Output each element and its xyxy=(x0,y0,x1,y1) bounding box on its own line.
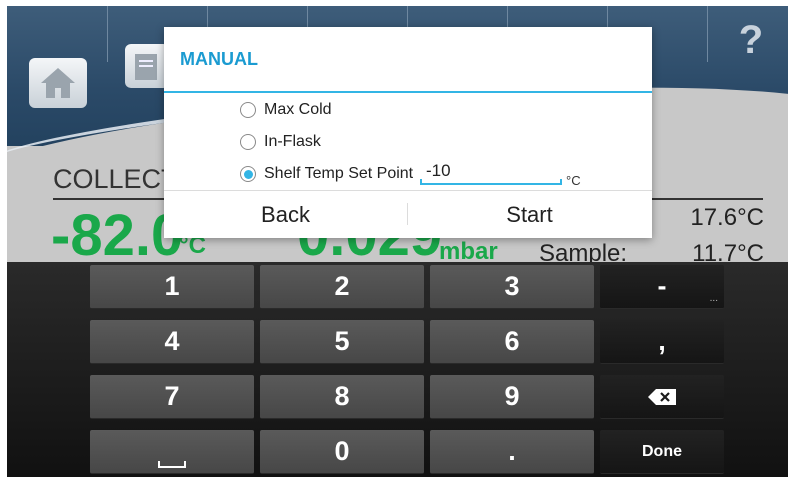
numeric-keyboard: 1 2 3 - ... 4 5 6 , 7 8 9 0 . Done xyxy=(7,262,788,477)
key-8[interactable]: 8 xyxy=(260,375,424,419)
space-key[interactable] xyxy=(90,430,254,474)
key-0[interactable]: 0 xyxy=(260,430,424,474)
manual-dialog: MANUAL Max Cold In-Flask Shelf Temp Set … xyxy=(164,27,652,238)
radio-label: Max Cold xyxy=(264,101,332,118)
report-icon xyxy=(135,54,157,80)
help-button[interactable]: ? xyxy=(731,18,771,62)
shelf-temp-value: 17.6°C xyxy=(690,204,764,231)
home-icon xyxy=(41,68,75,98)
radio-button-icon[interactable] xyxy=(240,102,256,118)
key-1[interactable]: 1 xyxy=(90,265,254,309)
done-key[interactable]: Done xyxy=(600,430,724,474)
radio-shelf-temp-set-point[interactable]: Shelf Temp Set Point xyxy=(240,162,413,186)
key-6[interactable]: 6 xyxy=(430,320,594,364)
key-period[interactable]: . xyxy=(430,430,594,474)
radio-in-flask[interactable]: In-Flask xyxy=(240,130,321,154)
radio-label: Shelf Temp Set Point xyxy=(264,165,414,182)
key-3[interactable]: 3 xyxy=(430,265,594,309)
home-button[interactable] xyxy=(29,58,87,108)
key-comma[interactable]: , xyxy=(600,320,724,364)
space-icon xyxy=(158,460,186,468)
key-4[interactable]: 4 xyxy=(90,320,254,364)
key-7[interactable]: 7 xyxy=(90,375,254,419)
dialog-title: MANUAL xyxy=(180,49,258,69)
more-symbols-indicator: ... xyxy=(709,293,718,304)
start-button[interactable]: Start xyxy=(408,191,651,238)
radio-button-icon[interactable] xyxy=(240,134,256,150)
radio-label: In-Flask xyxy=(264,133,321,150)
key-9[interactable]: 9 xyxy=(430,375,594,419)
key-minus[interactable]: - ... xyxy=(600,265,724,309)
backspace-icon xyxy=(648,388,676,405)
key-5[interactable]: 5 xyxy=(260,320,424,364)
key-minus-label: - xyxy=(657,271,667,301)
radio-max-cold[interactable]: Max Cold xyxy=(240,98,332,122)
radio-button-selected-icon[interactable] xyxy=(240,166,256,182)
device-screen: ? COLLECTO -82.0 °C 0.029 mbar 17.6°C Sa… xyxy=(7,6,788,477)
report-button[interactable] xyxy=(125,44,169,88)
backspace-key[interactable] xyxy=(600,375,724,419)
back-button[interactable]: Back xyxy=(164,191,407,238)
setpoint-input[interactable] xyxy=(420,159,560,183)
setpoint-input-underline xyxy=(420,179,562,185)
setpoint-unit: °C xyxy=(566,173,581,188)
key-2[interactable]: 2 xyxy=(260,265,424,309)
dialog-title-divider xyxy=(164,91,652,93)
